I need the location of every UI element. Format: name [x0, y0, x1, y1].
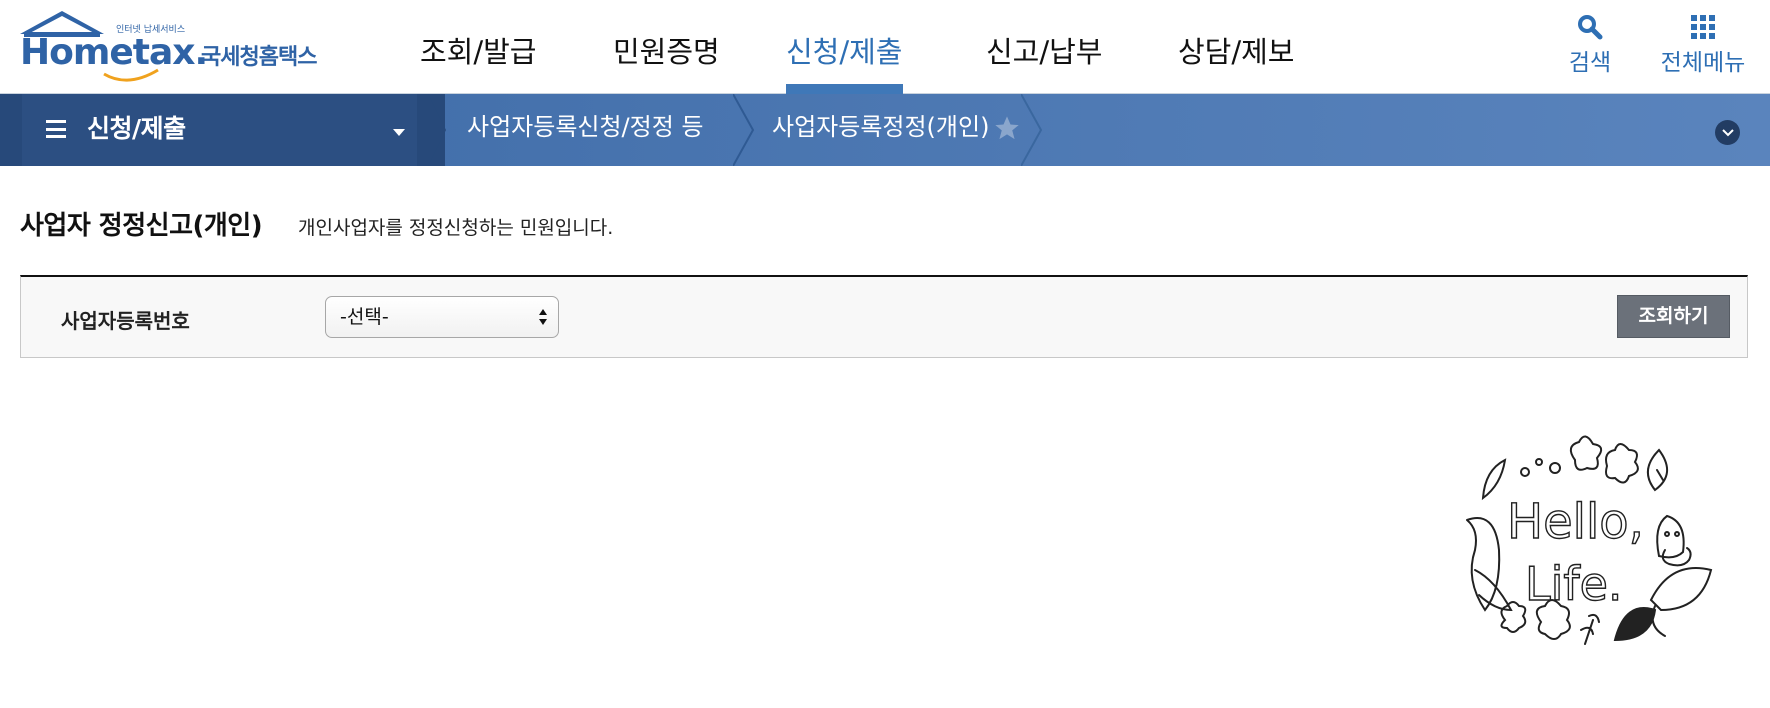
hamburger-icon	[46, 120, 66, 138]
breadcrumb-separator	[733, 94, 755, 166]
breadcrumb-separator	[428, 94, 446, 166]
logo-name: 국세청홈택스	[201, 45, 317, 70]
location-bar: 신청/제출 사업자등록신청/정정 등 사업자등록정정(개인)	[0, 94, 1770, 166]
inquiry-button[interactable]: 조회하기	[1617, 295, 1730, 338]
location-expand-button[interactable]	[1715, 120, 1740, 145]
chevron-down-icon	[1721, 128, 1734, 136]
logo-wordmark: Hometax.	[20, 32, 207, 73]
gnb-item-application[interactable]: 신청/제출	[786, 0, 903, 94]
breadcrumb-item-current[interactable]: 사업자등록정정(개인)	[772, 94, 989, 160]
doodle-text: Hello,	[1507, 494, 1644, 550]
gnb-item-inquiry[interactable]: 조회/발급	[420, 0, 537, 94]
hello-life-doodle: Hello, Life.	[1466, 435, 1713, 645]
gnb-item-certificate[interactable]: 민원증명	[613, 0, 720, 94]
select-arrows-icon	[539, 309, 547, 325]
hometax-logo[interactable]: 인터넷 납세서비스 Hometax. 국세청홈택스	[18, 8, 348, 88]
star-icon[interactable]	[993, 114, 1021, 142]
svg-text:Life.: Life.	[1525, 557, 1623, 611]
location-menu[interactable]: 신청/제출	[0, 94, 445, 166]
breadcrumb-separator	[1021, 94, 1043, 166]
page-description: 개인사업자를 정정신청하는 민원입니다.	[298, 217, 614, 239]
search-icon	[1555, 10, 1625, 44]
search-button[interactable]: 검색	[1555, 10, 1625, 76]
select-value: -선택-	[340, 306, 389, 328]
gnb-item-filing[interactable]: 신고/납부	[986, 0, 1103, 94]
business-number-select[interactable]: -선택-	[325, 296, 559, 338]
caret-down-icon	[393, 129, 405, 136]
business-number-label: 사업자등록번호	[61, 309, 190, 333]
page-title: 사업자 정정신고(개인)	[20, 211, 263, 241]
search-panel: 사업자등록번호 -선택- 조회하기	[20, 275, 1748, 358]
site-header: 인터넷 납세서비스 Hometax. 국세청홈택스 조회/발급 민원증명 신청/…	[0, 0, 1770, 94]
grid-icon	[1653, 10, 1753, 44]
all-menu-label: 전체메뉴	[1660, 50, 1746, 76]
breadcrumb-item-business-registration[interactable]: 사업자등록신청/정정 등	[467, 94, 704, 160]
gnb-item-consult[interactable]: 상담/제보	[1178, 0, 1295, 94]
all-menu-button[interactable]: 전체메뉴	[1653, 10, 1753, 76]
search-label: 검색	[1568, 50, 1612, 76]
location-menu-title: 신청/제출	[87, 114, 186, 143]
